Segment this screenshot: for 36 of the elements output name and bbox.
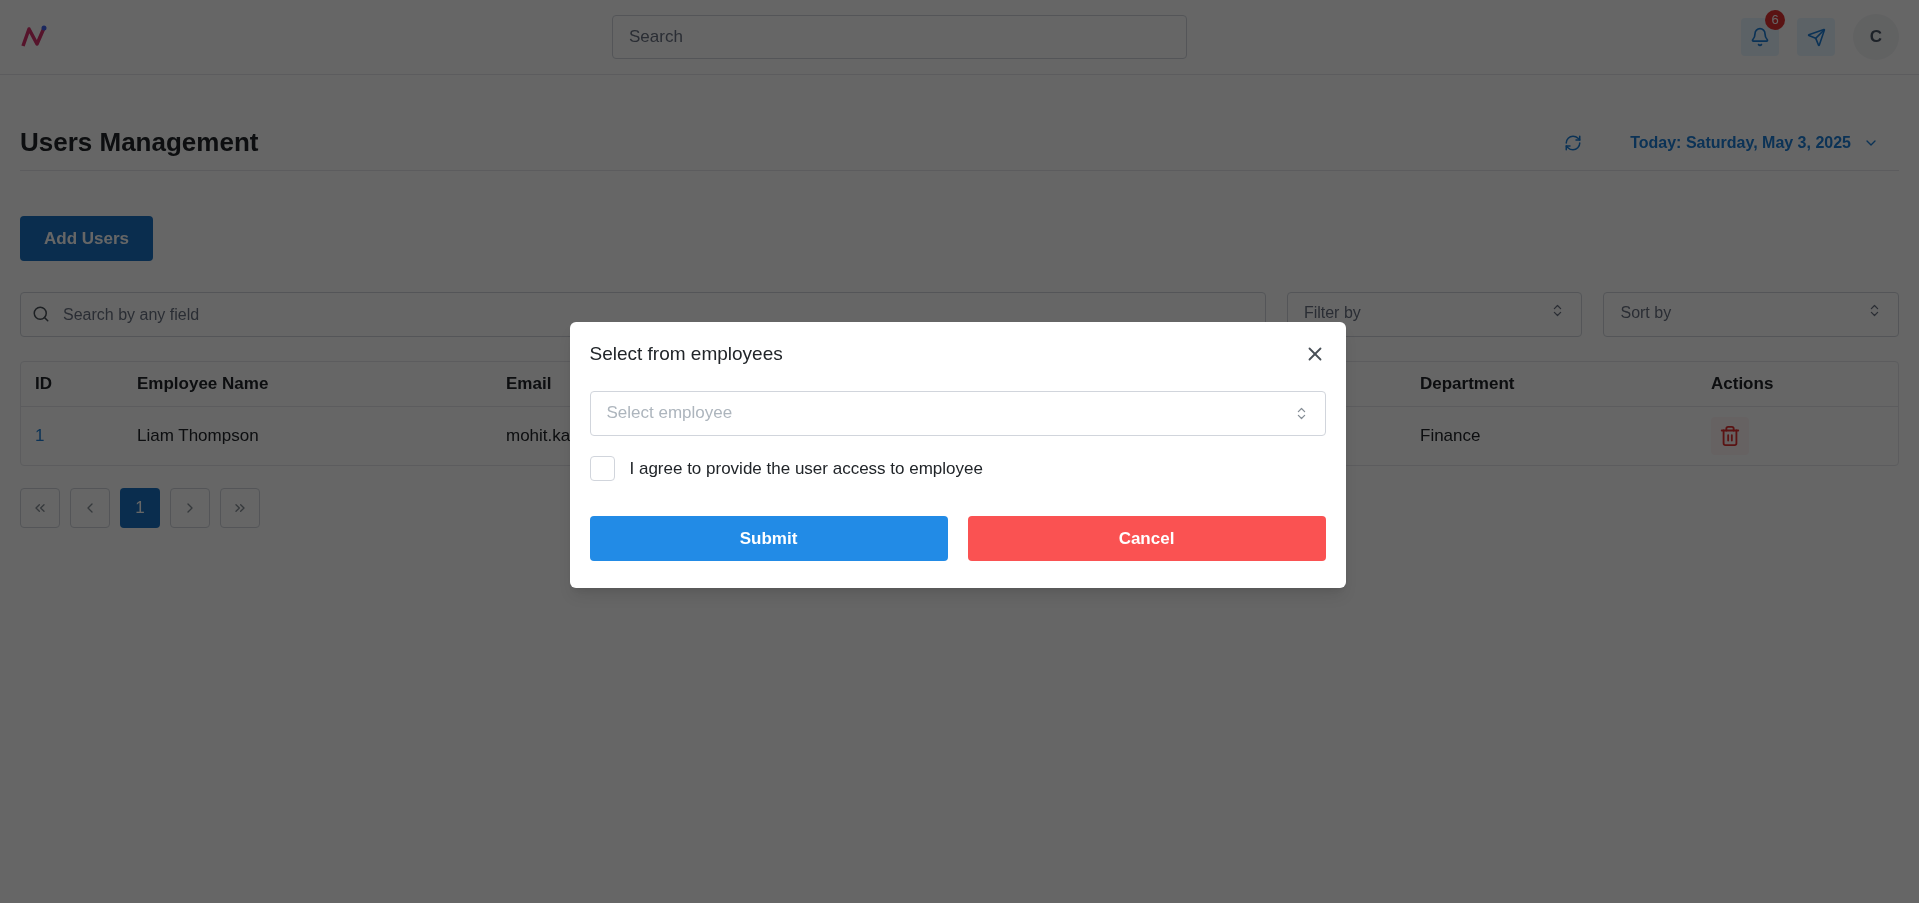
column-header: Email: [506, 374, 552, 394]
delete-button[interactable]: [1711, 417, 1749, 455]
table-search-field[interactable]: Search by any field: [20, 292, 1266, 337]
avatar[interactable]: C: [1853, 14, 1899, 60]
checkbox-label: I agree to provide the user access to employee: [629, 457, 983, 480]
first-page-button[interactable]: [20, 488, 60, 528]
send-icon: [1806, 27, 1826, 47]
trash-icon: [1719, 425, 1741, 447]
refresh-icon[interactable]: [1564, 133, 1583, 152]
column-header: ID: [35, 374, 52, 394]
table-cell: mohit.ka: [506, 426, 571, 446]
dialog-title: Select from employees: [589, 342, 783, 366]
date-picker[interactable]: Today: Saturday, May 3, 2025: [1630, 130, 1879, 155]
send-button[interactable]: [1797, 18, 1835, 56]
select-field[interactable]: Sort by: [1603, 292, 1899, 337]
column-header: Employee Name: [137, 374, 269, 394]
checkbox[interactable]: [589, 455, 615, 481]
last-page-button[interactable]: [220, 488, 260, 528]
page-title: Users Management: [20, 126, 260, 159]
search-icon: [32, 305, 50, 323]
add-users-button[interactable]: Add Users: [20, 216, 154, 261]
table-cell: Liam Thompson: [137, 426, 259, 446]
previous-page-button[interactable]: [70, 488, 110, 528]
logo-icon[interactable]: [20, 24, 48, 50]
table-cell: Finance: [1420, 426, 1481, 446]
table-cell: 1: [35, 426, 45, 446]
cancel-button[interactable]: Cancel: [967, 516, 1326, 561]
employee-select[interactable]: Select employee: [589, 390, 1326, 436]
next-page-button[interactable]: [170, 488, 210, 528]
page-button[interactable]: 1: [120, 488, 160, 528]
column-header: Actions: [1711, 374, 1774, 394]
submit-button[interactable]: Submit: [589, 516, 948, 561]
notification-badge: 6: [1765, 10, 1785, 30]
bell-icon: [1750, 27, 1770, 47]
column-header: Department: [1420, 374, 1515, 394]
search-field[interactable]: Search: [612, 15, 1187, 59]
